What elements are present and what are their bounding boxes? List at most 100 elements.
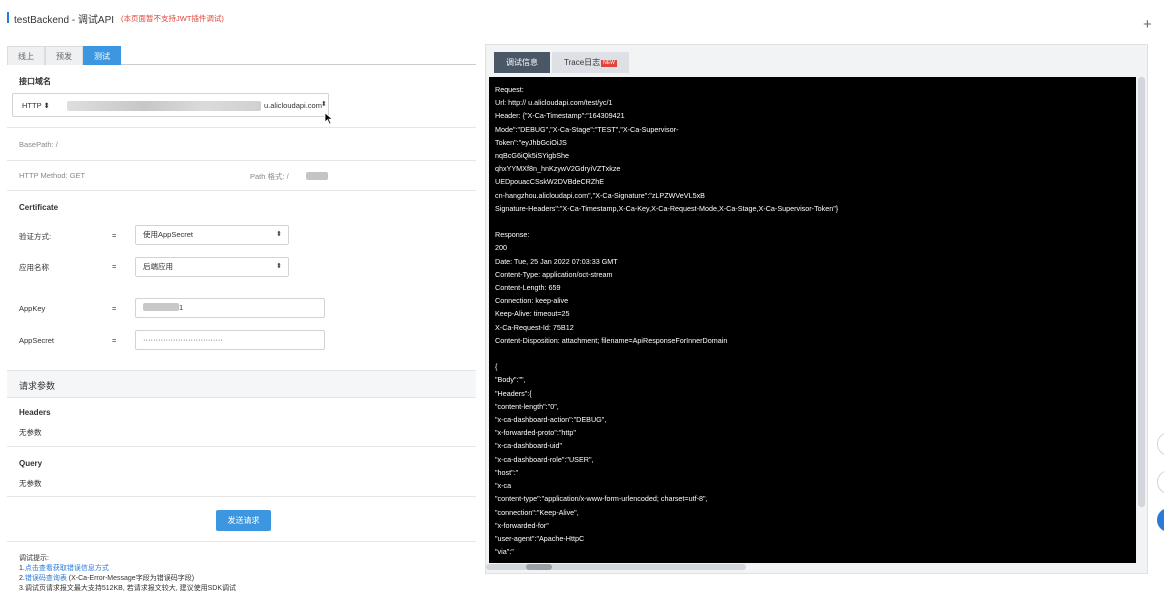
equals-sign: = [112, 262, 117, 271]
console-line: Token":"eyJhbGciOiJS [495, 137, 567, 147]
console-line: Response: [495, 230, 530, 240]
console-line: "content-type":"application/x-www-form-u… [495, 494, 708, 504]
title-bar: testBackend - 调试API (本页面暂不支持JWT插件调试) [0, 0, 1164, 34]
vertical-scrollbar[interactable] [1138, 77, 1145, 507]
console-line: qhxYYMXf8n_hnKzywV2GdryiVZTxkze [495, 164, 621, 174]
select-arrows-icon: ⬍ [321, 101, 327, 108]
console-line: "Body":"", [495, 375, 526, 385]
console-line: Content-Length: 659 [495, 283, 561, 293]
tab-debug-info[interactable]: 调试信息 [494, 52, 550, 73]
scrollbar-thumb[interactable] [526, 564, 552, 570]
console-line: "x-ca-dashboard-role":"USER", [495, 454, 594, 464]
page-note: (本页面暂不支持JWT插件调试) [121, 14, 224, 23]
params-header: 请求参数 [7, 370, 476, 398]
appsecret-input[interactable]: ································ [135, 330, 325, 350]
console-line: "x-ca-dashboard-uid" [495, 441, 563, 451]
headers-label: Headers [19, 408, 51, 417]
redacted-domain [67, 101, 261, 111]
console-line: "x-ca-dashboard-action":"DEBUG", [495, 415, 607, 425]
redacted-path [306, 172, 328, 180]
console-line: Header: {"X-Ca-Timestamp":"164309421 [495, 111, 625, 121]
chevron-updown-icon: ⬍ [276, 263, 282, 270]
error-info-link[interactable]: 点击查看获取错误信息方式 [25, 565, 109, 572]
tab-pre[interactable]: 预发 [45, 46, 83, 65]
console-line: UEDpouacCSskW2DVBdeCRZhE [495, 177, 605, 187]
protocol-select[interactable]: HTTP ⬍ [22, 101, 50, 110]
console-line: "user-agent":"Apache-HttpC [495, 533, 585, 543]
console-line: Connection: keep-alive [495, 296, 569, 306]
console-line: Request: [495, 85, 524, 94]
appkey-value: 1 [179, 303, 184, 312]
headers-empty: 无参数 [19, 428, 42, 437]
request-panel: 线上 预发 测试 接口域名 HTTP ⬍ u.alicloudapi.com ⬍… [7, 44, 476, 596]
horizontal-scrollbar[interactable] [486, 564, 746, 570]
console-line: Keep-Alive: timeout=25 [495, 309, 570, 319]
debug-output-panel: 调试信息 Trace日志 NEW Request: Url: http:// u.a… [485, 44, 1148, 574]
divider [7, 496, 476, 497]
console-line: "x-forwarded-for" [495, 520, 549, 530]
auth-method-select[interactable]: 使用AppSecret ⬍ [135, 225, 289, 245]
console-line: Mode":"DEBUG","X-Ca-Stage":"TEST","X-Ca-… [495, 124, 679, 134]
equals-sign: = [112, 336, 117, 345]
floating-help-button[interactable] [1157, 508, 1164, 532]
tab-online[interactable]: 线上 [7, 46, 45, 65]
console-line: Signature-Headers":"X-Ca-Timestamp,X-Ca-… [495, 203, 839, 213]
domain-select[interactable]: HTTP ⬍ u.alicloudapi.com ⬍ [12, 93, 334, 125]
appkey-input[interactable]: 1 [135, 298, 325, 318]
certificate-title: Certificate [19, 203, 59, 212]
tab-trace-log[interactable]: Trace日志 NEW [552, 52, 629, 73]
page-root: testBackend - 调试API (本页面暂不支持JWT插件调试) + 线… [0, 0, 1164, 596]
tip-line-2: 2.错误码查询表 (X-Ca-Error-Message字段为错误码字段) [19, 574, 236, 584]
tip-line-3: 3.调试页请求报文最大支持512KB, 若请求报文较大, 建议使用SDK调试 [19, 585, 237, 592]
floating-button[interactable] [1157, 470, 1164, 494]
debug-console: Request: Url: http:// u.alicloudapi.com/t… [489, 77, 1136, 563]
tip-line-1: 1.点击查看获取错误信息方式 [19, 564, 236, 574]
console-line: Url: http:// u.alicloudapi.com/test/yc/1 [495, 98, 613, 108]
base-path: BasePath: / [19, 140, 58, 149]
app-name-select[interactable]: 后端应用 ⬍ [135, 257, 289, 277]
params-title: 请求参数 [19, 381, 56, 391]
appsecret-value: ································ [143, 335, 223, 344]
page-title: testBackend - 调试API [14, 15, 115, 26]
console-line: "content-length":"0", [495, 401, 559, 411]
title-accent-bar [7, 12, 9, 23]
divider [7, 541, 476, 542]
appkey-label: AppKey [19, 304, 46, 313]
console-line: nqBcG6iQk5iSYigbShe [495, 151, 570, 161]
add-icon[interactable]: + [1143, 17, 1152, 32]
equals-sign: = [112, 304, 117, 313]
domain-suffix: u.alicloudapi.com [264, 101, 322, 110]
app-name-label: 应用名称 [19, 263, 49, 272]
redacted-appkey [143, 303, 179, 311]
console-line: "x-ca [495, 481, 512, 491]
app-name-value: 后端应用 [143, 262, 173, 271]
auth-method-label: 验证方式: [19, 232, 52, 241]
send-request-button[interactable]: 发送请求 [216, 510, 271, 531]
console-line: 200 [495, 243, 507, 253]
domain-label: 接口域名 [19, 77, 51, 86]
chevron-updown-icon: ⬍ [276, 231, 282, 238]
divider [7, 160, 476, 161]
divider [7, 127, 476, 128]
tab-test[interactable]: 测试 [83, 46, 121, 65]
query-label: Query [19, 459, 43, 468]
error-code-link[interactable]: 错误码查询表 [25, 575, 67, 582]
debug-tips: 调试提示: 1.点击查看获取错误信息方式 2.错误码查询表 (X-Ca-Erro… [19, 554, 236, 594]
http-method: HTTP Method: GET [19, 171, 86, 180]
divider [7, 446, 476, 447]
new-badge: NEW [601, 60, 617, 67]
equals-sign: = [112, 231, 117, 240]
console-line: Content-Type: application/oct-stream [495, 269, 613, 279]
environment-tabs: 线上 预发 测试 [7, 44, 476, 65]
trace-log-label: Trace日志 [564, 58, 601, 67]
console-line: "connection":"Keep-Alive", [495, 507, 579, 517]
floating-button[interactable] [1157, 432, 1164, 456]
console-line: "x-forwarded-proto":"http" [495, 428, 576, 438]
path-format: Path 格式: / [250, 172, 289, 181]
console-line: Date: Tue, 25 Jan 2022 07:03:33 GMT [495, 256, 618, 266]
auth-method-value: 使用AppSecret [143, 230, 194, 239]
appsecret-label: AppSecret [19, 336, 55, 345]
console-line: "Headers":{ [495, 388, 532, 398]
